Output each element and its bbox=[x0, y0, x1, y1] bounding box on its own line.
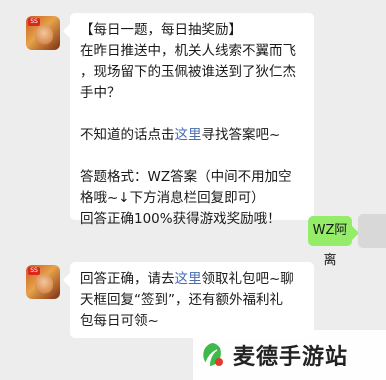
reward-line: 回答正确，请去这里领取礼包吧~聊 bbox=[80, 269, 304, 290]
hint-line: 不知道的话点击这里寻找答案吧~ bbox=[80, 125, 304, 146]
question-title: 【每日一题，每日抽奖励】 bbox=[80, 22, 242, 38]
question-message-bubble[interactable]: 【每日一题，每日抽奖励】 在昨日推送中，机关人线索不翼而飞 ，现场留下的玉佩被谁… bbox=[70, 13, 314, 227]
leaf-swirl-icon bbox=[203, 343, 223, 366]
hint-suffix: 寻找答案吧~ bbox=[201, 127, 281, 143]
user-reply-bubble[interactable]: WZ阿离 bbox=[308, 216, 352, 268]
reward-prefix: 回答正确，请去 bbox=[80, 271, 175, 287]
reward-link[interactable]: 这里 bbox=[175, 271, 202, 287]
avatar-badge: SS bbox=[28, 267, 40, 275]
user-avatar[interactable] bbox=[358, 214, 386, 248]
question-line: 在昨日推送中，机关人线索不翼而飞 bbox=[80, 43, 296, 59]
hint-prefix: 不知道的话点击 bbox=[80, 127, 175, 143]
reward-suffix: 领取礼包吧~聊 bbox=[201, 271, 294, 287]
avatar-badge: SS bbox=[28, 18, 40, 26]
reward-message-bubble[interactable]: 回答正确，请去这里领取礼包吧~聊 天框回复“签到”，还有额外福利礼 包每日可领~ bbox=[70, 262, 314, 338]
question-line: 手中？ bbox=[80, 85, 121, 101]
answer-link[interactable]: 这里 bbox=[175, 127, 202, 143]
reward-line: 天框回复“签到”，还有额外福利礼 bbox=[80, 292, 283, 308]
reward-line: 包每日可领~ bbox=[80, 313, 159, 329]
bot-avatar[interactable]: SS bbox=[26, 265, 60, 299]
bot-avatar[interactable]: SS bbox=[26, 16, 60, 50]
site-watermark: 麦德手游站 bbox=[193, 330, 386, 380]
format-line: 格哦~↓下方消息栏回复即可） bbox=[80, 190, 265, 206]
format-line: 答题格式：WZ答案（中间不用加空 bbox=[80, 169, 292, 185]
user-reply-text: WZ阿离 bbox=[312, 223, 348, 268]
watermark-text: 麦德手游站 bbox=[233, 345, 349, 370]
format-line: 回答正确100%获得游戏奖励哦！ bbox=[80, 211, 281, 227]
hero-face-icon bbox=[35, 274, 53, 294]
question-line: ，现场留下的玉佩被谁送到了狄仁杰 bbox=[80, 64, 296, 80]
hero-face-icon bbox=[35, 25, 53, 45]
